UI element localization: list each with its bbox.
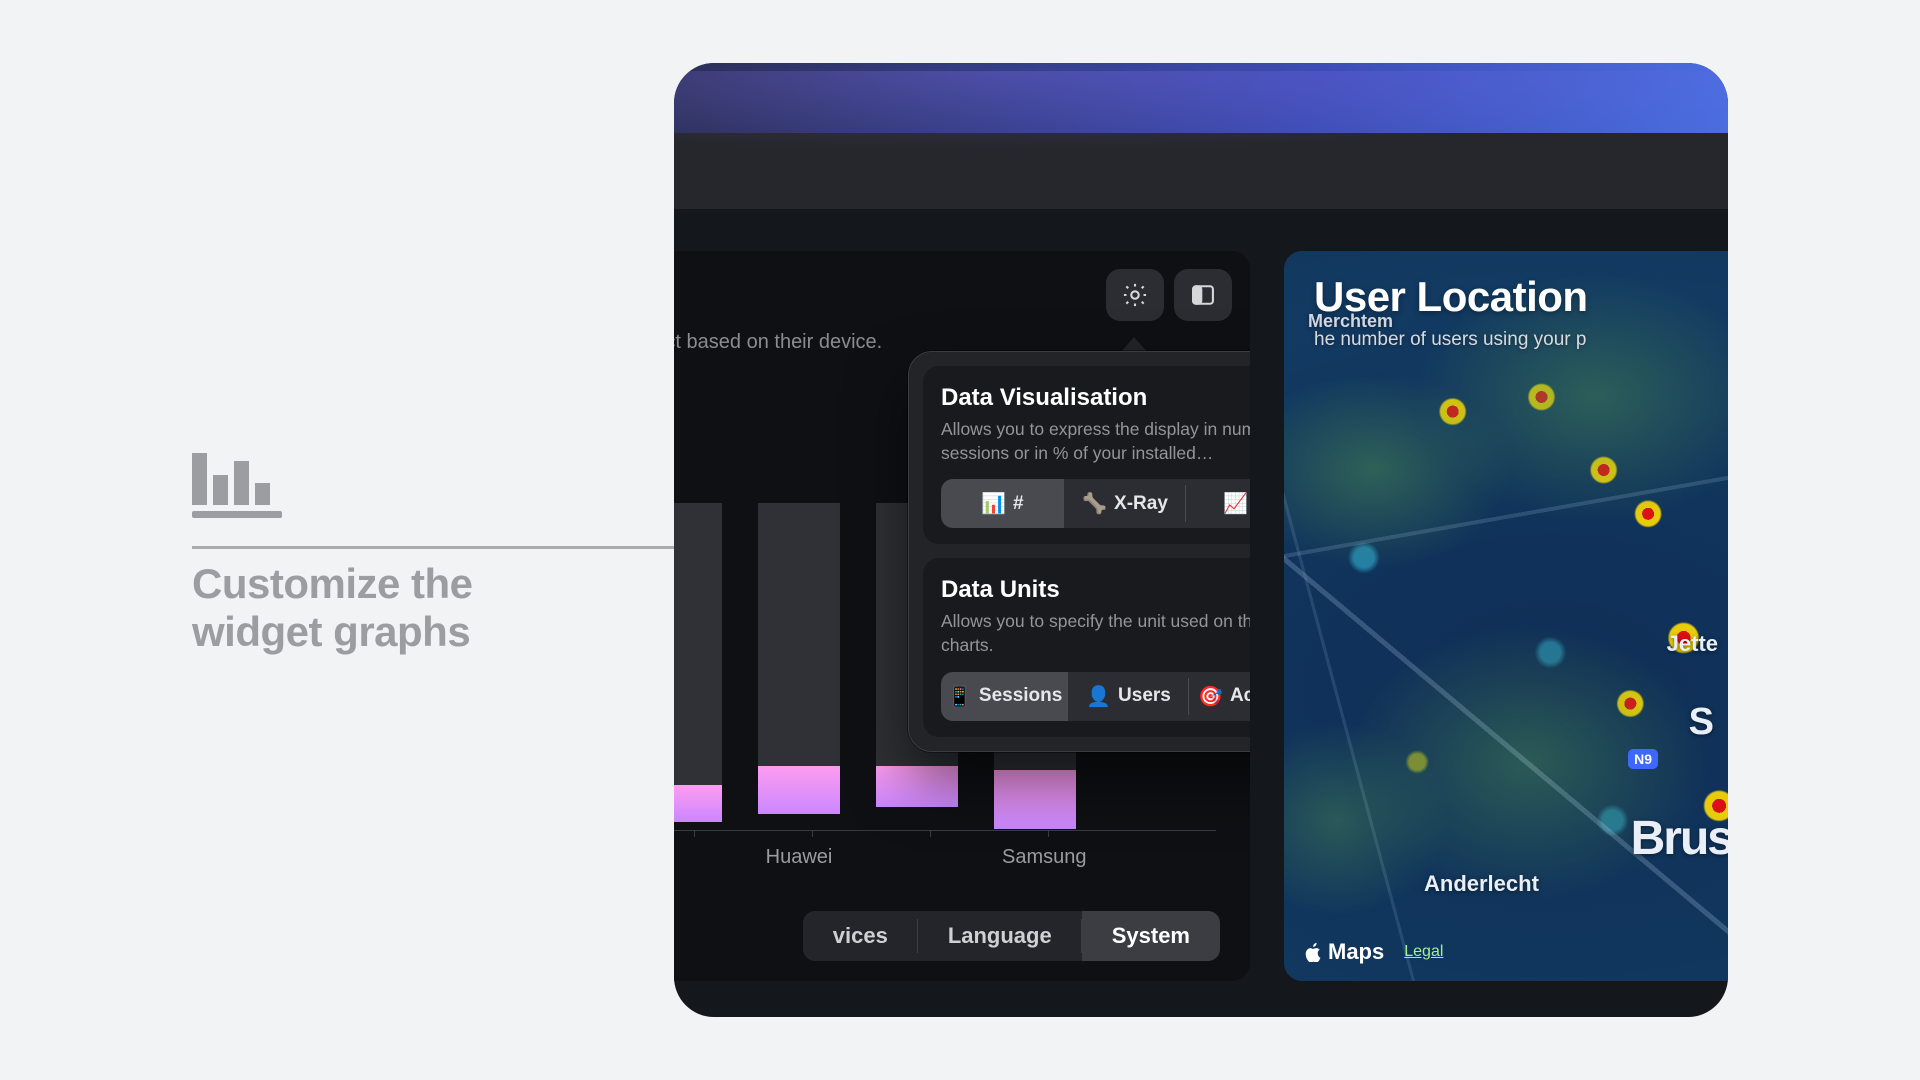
traffic-tabs: vices Language System [803, 911, 1220, 961]
window-toolbar [674, 133, 1728, 209]
tab-system[interactable]: System [1082, 911, 1220, 961]
annotation-block: Customize the widget graphs [192, 453, 612, 657]
vis-option-xray[interactable]: 🦴 X-Ray [1064, 479, 1187, 528]
map-provider-label: Maps [1328, 939, 1384, 965]
phone-emoji-icon: 📱 [947, 684, 972, 709]
annotation-title: Customize the widget graphs [192, 560, 612, 657]
units-option-users[interactable]: 👤 Users [1068, 672, 1188, 721]
data-visualisation-section: Data Visualisation Allows you to express… [923, 366, 1250, 544]
units-option-actions-label: Actions [1230, 685, 1250, 707]
bar-column [674, 503, 722, 829]
data-units-desc: Allows you to specify the unit used on t… [941, 610, 1250, 657]
xray-emoji-icon: 🦴 [1082, 491, 1107, 516]
panel-toggle-button[interactable] [1174, 269, 1232, 321]
trend-emoji-icon: 📈 [1223, 491, 1248, 516]
vis-option-hash-label: # [1013, 493, 1024, 515]
tab-devices[interactable]: vices [803, 911, 918, 961]
apple-logo-icon [1304, 942, 1324, 962]
vis-option-percent[interactable]: 📈 % [1186, 479, 1250, 528]
user-emoji-icon: 👤 [1086, 684, 1111, 709]
sidebar-icon [1189, 281, 1217, 309]
units-option-actions[interactable]: 🎯 Actions [1189, 672, 1250, 721]
road-badge-n9: N9 [1628, 749, 1658, 769]
map-subtitle: he number of users using your p [1314, 329, 1587, 351]
map-label-anderlecht: Anderlecht [1424, 871, 1539, 897]
map-label-merchtem: Merchtem [1308, 311, 1393, 332]
bar-chart-emoji-icon: 📊 [981, 491, 1006, 516]
units-option-users-label: Users [1118, 685, 1171, 707]
units-option-sessions[interactable]: 📱 Sessions [941, 672, 1068, 721]
map-attribution: Maps Legal [1304, 939, 1443, 965]
data-units-segmented: 📱 Sessions 👤 Users 🎯 Actions [941, 672, 1250, 721]
settings-popover: Data Visualisation Allows you to express… [908, 351, 1250, 752]
data-units-section: Data Units Allows you to specify the uni… [923, 558, 1250, 736]
app-window: affic) ng your product based on their de… [674, 63, 1728, 1017]
target-emoji-icon: 🎯 [1198, 684, 1223, 709]
map-legal-link[interactable]: Legal [1404, 943, 1443, 961]
data-visualisation-segmented: 📊 # 🦴 X-Ray 📈 % [941, 479, 1250, 528]
map-label-brus: Brus [1631, 811, 1728, 866]
data-units-title: Data Units [941, 576, 1250, 604]
tab-language[interactable]: Language [918, 911, 1082, 961]
traffic-widget: affic) ng your product based on their de… [674, 251, 1250, 981]
data-visualisation-desc: Allows you to express the display in num… [941, 418, 1250, 465]
bar-label: Samsung [1002, 846, 1084, 869]
units-option-sessions-label: Sessions [979, 685, 1062, 707]
settings-button[interactable] [1106, 269, 1164, 321]
user-location-widget: User Location he number of users using y… [1284, 251, 1728, 981]
bar-chart-icon [192, 453, 612, 518]
bar-column [758, 503, 840, 829]
window-titlebar [674, 63, 1728, 133]
data-visualisation-title: Data Visualisation [941, 384, 1250, 412]
vis-option-hash[interactable]: 📊 # [941, 479, 1064, 528]
bar-label: Huawei [758, 846, 840, 869]
map-label-s: S [1689, 701, 1714, 744]
gear-icon [1121, 281, 1149, 309]
map-label-jette: Jette [1667, 631, 1718, 657]
vis-option-xray-label: X-Ray [1114, 493, 1168, 515]
